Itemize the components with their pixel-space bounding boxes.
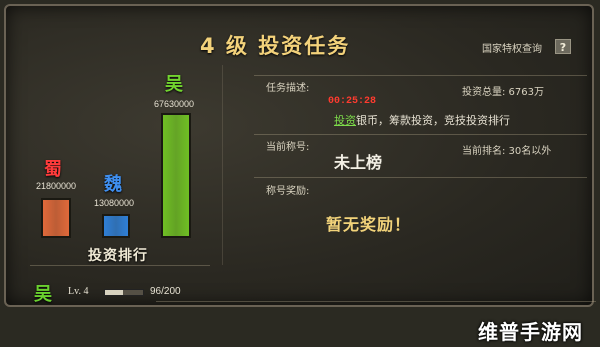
countdown-timer: 00:25:28: [328, 96, 377, 107]
player-level: Lv. 4: [68, 286, 89, 297]
privilege-query-link[interactable]: 国家特权查询: [482, 40, 542, 55]
exp-progress-fill: [105, 290, 124, 295]
site-watermark: 维普手游网: [478, 320, 583, 344]
kingdom-wu-bar: [161, 113, 191, 238]
kingdom-shu-bar: [41, 198, 71, 238]
bottom-divider: [156, 301, 596, 302]
kingdom-wei-amount: 13080000: [94, 198, 135, 208]
panel-title: 4 级 投资任务: [200, 34, 351, 58]
task-description-label: 任务描述:: [266, 83, 310, 94]
current-title-value: 未上榜: [334, 153, 383, 172]
kingdom-wu-label: 吴: [165, 74, 183, 95]
ranking-title: 投资排行: [88, 248, 148, 264]
current-rank: 当前排名: 30名以外: [462, 146, 552, 157]
title-reward-label: 称号奖励:: [266, 186, 310, 197]
title-reward-value: 暂无奖励！: [326, 215, 412, 234]
kingdom-wei-bar: [102, 214, 130, 238]
investment-total: 投资总量: 6763万: [462, 87, 544, 98]
player-kingdom: 吴: [34, 284, 52, 305]
task-description-section: 任务描述: 投资总量: 6763万 00:25:28 投资银币，筹款投资，竞技投…: [254, 75, 587, 132]
exp-value: 96/200: [150, 286, 181, 297]
player-status-bar: 吴 Lv. 4 96/200: [22, 280, 596, 305]
kingdom-shu-amount: 21800000: [36, 181, 77, 191]
kingdom-shu-label: 蜀: [44, 159, 62, 180]
ranking-divider: [30, 265, 210, 266]
task-description-text: 投资银币，筹款投资，竞技投资排行: [334, 112, 510, 128]
title-reward-section: 称号奖励: 暂无奖励！: [254, 177, 587, 268]
task-description-rest: 银币，筹款投资，竞技投资排行: [356, 114, 510, 127]
invest-link[interactable]: 投资: [334, 114, 356, 127]
help-button[interactable]: ?: [555, 39, 571, 54]
exp-progress-bar: [104, 289, 144, 296]
kingdom-wei-label: 魏: [104, 174, 122, 195]
current-title-section: 当前称号: 当前排名: 30名以外 未上榜: [254, 134, 587, 177]
investment-ranking-chart: 蜀 21800000 魏 13080000 吴 67630000: [22, 65, 223, 265]
kingdom-wu-amount: 67630000: [154, 99, 195, 109]
current-title-label: 当前称号:: [266, 142, 310, 153]
